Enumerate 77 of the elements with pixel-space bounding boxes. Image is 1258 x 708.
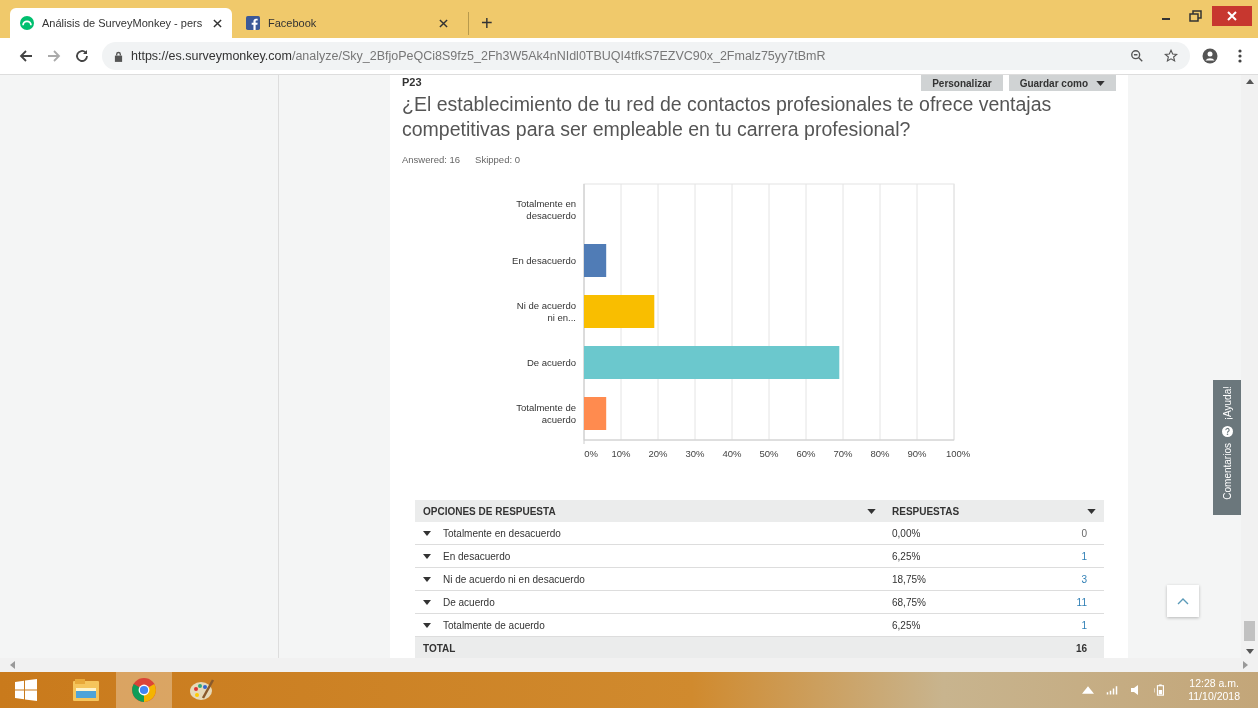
folder-icon (72, 678, 100, 702)
facebook-logo-icon (246, 16, 260, 30)
axis-tick-label: 90% (907, 448, 927, 459)
option-label: Totalmente de acuerdo (443, 619, 545, 631)
caret-icon (1096, 80, 1105, 86)
scroll-up-arrow-icon[interactable] (1245, 79, 1254, 84)
tab-title: Análisis de SurveyMonkey - pers (42, 17, 204, 29)
monkey-logo-icon (20, 16, 34, 30)
category-label: Totalmente de acuerdo (515, 400, 576, 427)
expand-caret-icon[interactable] (423, 553, 431, 559)
star-icon[interactable] (1164, 49, 1178, 63)
axis-tick-label: 80% (870, 448, 890, 459)
close-window-icon[interactable] (1212, 6, 1252, 26)
axis-tick-label: 30% (685, 448, 705, 459)
axis-tick-label: 40% (722, 448, 742, 459)
tab-title: Facebook (268, 17, 318, 29)
sort-caret-icon[interactable] (867, 508, 876, 514)
new-tab-button[interactable]: + (468, 11, 493, 35)
chrome-logo-icon (131, 677, 157, 703)
percent-cell: 68,75% (892, 596, 926, 608)
chevron-up-icon (1177, 597, 1189, 605)
count-link[interactable]: 3 (1081, 573, 1087, 585)
total-label: TOTAL (423, 642, 456, 654)
count-link[interactable]: 1 (1081, 619, 1087, 631)
percent-cell: 0,00% (892, 527, 921, 539)
expand-caret-icon[interactable] (423, 599, 431, 605)
option-label: Totalmente en desacuerdo (443, 527, 561, 539)
axis-tick-label: 20% (648, 448, 668, 459)
help-icon (1221, 426, 1233, 438)
category-label: En desacuerdo (511, 253, 576, 268)
back-icon[interactable] (18, 48, 34, 64)
sort-caret-icon[interactable] (1087, 508, 1096, 514)
expand-caret-icon[interactable] (423, 530, 431, 536)
close-icon[interactable] (439, 18, 448, 28)
scroll-down-arrow-icon[interactable] (1245, 649, 1254, 654)
lock-icon (114, 50, 123, 62)
total-count: 16 (1075, 642, 1087, 654)
start-windows-icon[interactable] (14, 678, 38, 702)
axis-tick-label: 10% (611, 448, 631, 459)
option-label: Ni de acuerdo ni en desacuerdo (443, 573, 585, 585)
question-number: P23 (402, 76, 422, 88)
feedback-tab[interactable]: Comentarios ¡Ayuda! (1213, 380, 1241, 515)
account-icon[interactable] (1202, 48, 1218, 64)
axis-tick-label: 100% (946, 448, 971, 459)
question-title: ¿El establecimiento de tu red de contactos profesionales te ofrece ventajas competitivas para ser empleable en tu carrera profesional? (402, 92, 1053, 142)
paint-palette-icon (189, 678, 215, 702)
column-header: RESPUESTAS (892, 505, 960, 517)
close-icon[interactable] (213, 18, 222, 28)
url-text: https://es.surveymonkey.com/analyze/Sky_2BfjoPeQCi8S9fz5_2Fh3W5Ak4nNIdl0TBUQI4tfkS7EZVC90x_2Fmalz75yy7tBmR (131, 49, 827, 63)
percent-cell: 6,25% (892, 550, 921, 562)
address-field[interactable]: https://es.surveymonkey.com/analyze/Sky_2BfjoPeQCi8S9fz5_2Fh3W5Ak4nNIdl0TBUQI4tfkS7EZVC90x_2Fmalz75yy7tBmR (102, 42, 1190, 70)
category-label: Ni de acuerdo ni en... (515, 298, 576, 325)
action-button[interactable]: Personalizar (921, 75, 1003, 91)
count-link[interactable]: 1 (1081, 550, 1087, 562)
reload-icon[interactable] (74, 48, 90, 64)
zoom-icon[interactable] (1130, 49, 1144, 63)
expand-caret-icon[interactable] (423, 576, 431, 582)
action-button[interactable]: Guardar como (1008, 75, 1116, 91)
percent-cell: 6,25% (892, 619, 921, 631)
skipped-count: Skipped: 0 (475, 154, 520, 165)
browser-tab[interactable]: Análisis de SurveyMonkey - pers (10, 8, 232, 38)
column-header: OPCIONES DE RESPUESTA (423, 505, 556, 517)
scrollbar-thumb[interactable] (1244, 621, 1255, 641)
browser-tab[interactable]: Facebook (236, 8, 458, 38)
axis-tick-label: 70% (833, 448, 853, 459)
category-label: De acuerdo (525, 355, 576, 370)
expand-caret-icon[interactable] (423, 622, 431, 628)
percent-cell: 18,75% (892, 573, 926, 585)
answered-count: Answered: 16 (402, 154, 461, 165)
axis-tick-label: 0% (584, 448, 598, 459)
option-label: De acuerdo (443, 596, 495, 608)
category-label: Totalmente en desacuerdo (515, 196, 576, 223)
option-label: En desacuerdo (443, 550, 511, 562)
count-link[interactable]: 11 (1076, 596, 1087, 608)
axis-tick-label: 60% (796, 448, 816, 459)
axis-tick-label: 50% (759, 448, 779, 459)
count-cell: 0 (1081, 527, 1087, 539)
